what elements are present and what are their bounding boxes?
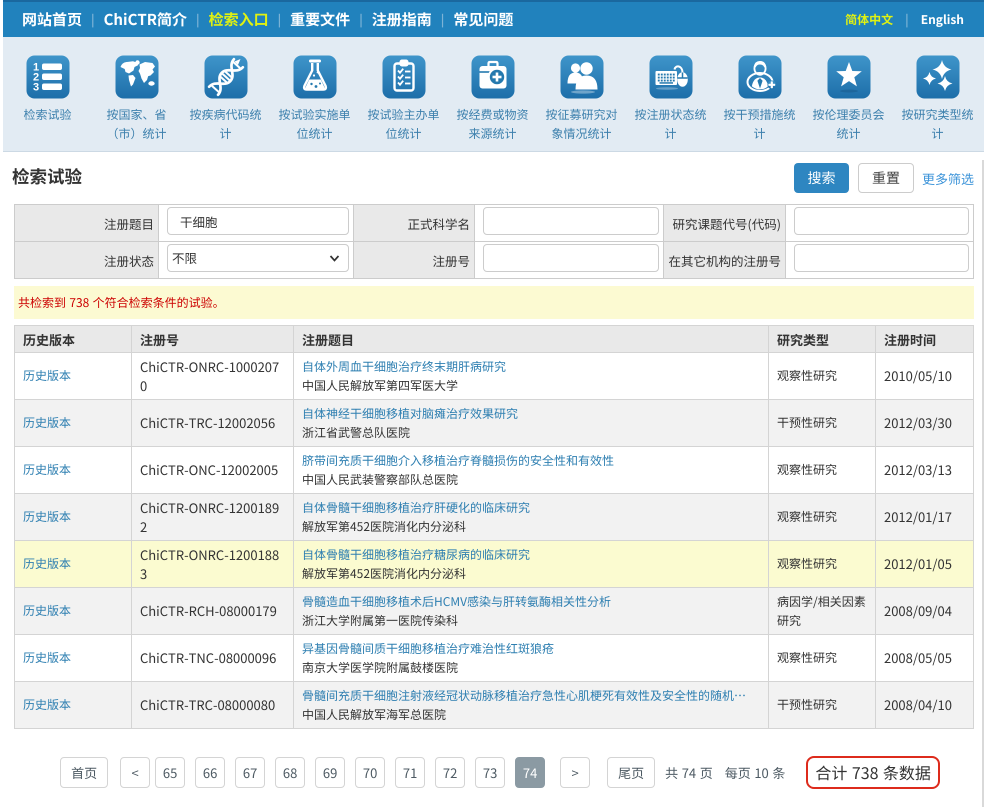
svg-text:3: 3: [32, 82, 38, 94]
